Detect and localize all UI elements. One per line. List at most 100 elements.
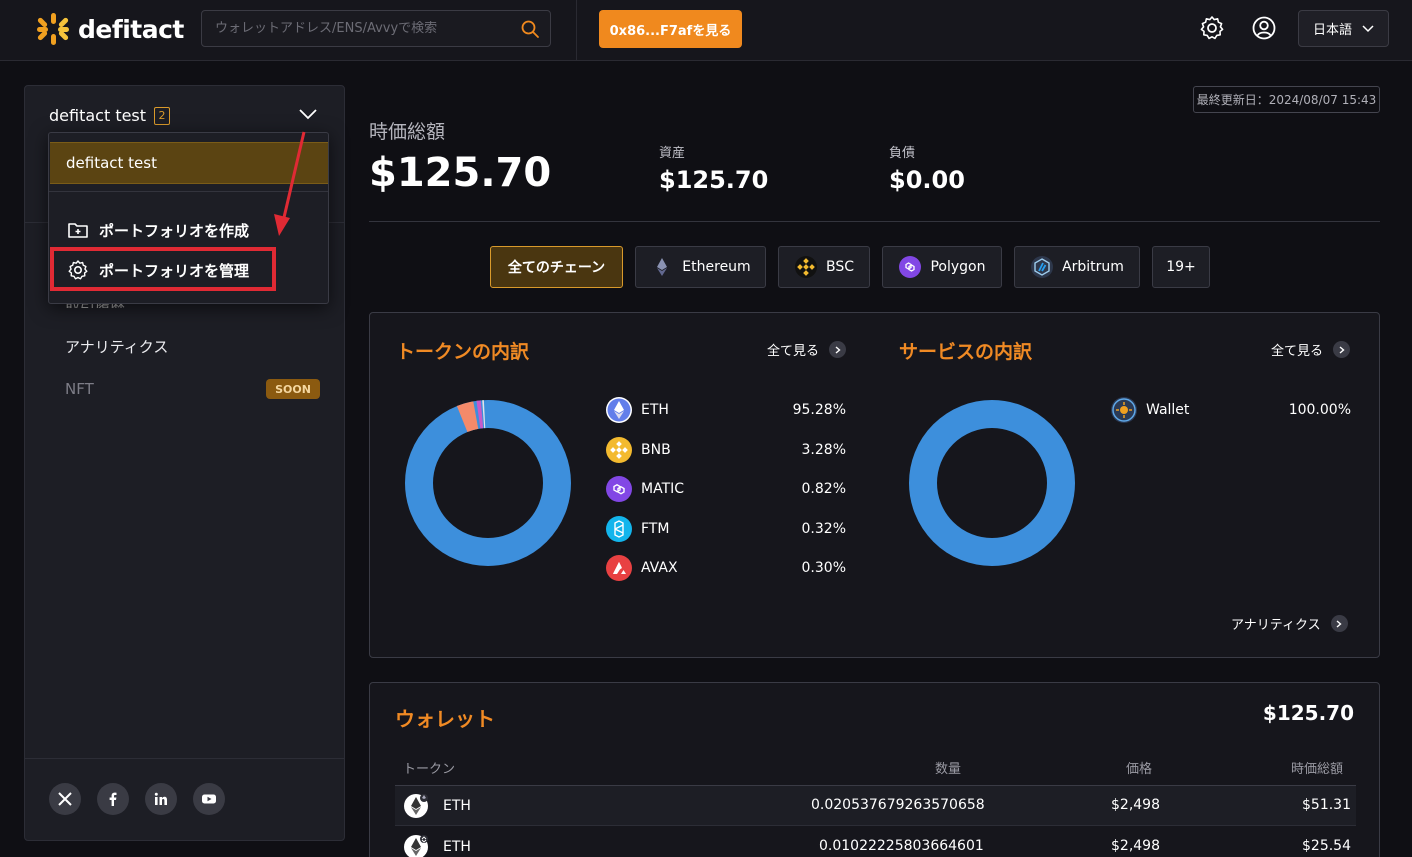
youtube-link[interactable]: [193, 783, 225, 815]
token-percentage: 0.32%: [801, 521, 846, 537]
debt-label: 負債: [889, 146, 916, 161]
avax-token-icon: [606, 555, 632, 581]
folder-plus-icon: [68, 223, 88, 238]
brand-name: defitact: [78, 14, 184, 44]
service-legend-wallet[interactable]: Wallet: [1110, 396, 1189, 424]
youtube-icon: [202, 794, 216, 804]
token-legend-eth[interactable]: ETH: [605, 396, 669, 424]
token-symbol: AVAX: [641, 560, 678, 576]
analytics-link-label: アナリティクス: [1231, 618, 1321, 633]
linkedin-icon: [154, 792, 167, 805]
matic-token-icon: [606, 476, 632, 502]
brand-logo[interactable]: defitact: [36, 12, 184, 46]
chevron-down-icon: [1362, 24, 1374, 32]
row-value: $51.31: [1302, 797, 1351, 813]
x-twitter-link[interactable]: [49, 783, 81, 815]
portfolio-selector[interactable]: defitact test 2: [49, 106, 171, 125]
wallet-service-icon: [1111, 397, 1137, 423]
token-legend-matic[interactable]: MATIC: [605, 475, 684, 503]
create-portfolio-item[interactable]: ポートフォリオを作成: [67, 219, 249, 241]
chain-arbitrum-label: Arbitrum: [1062, 259, 1124, 275]
service-donut-chart: [909, 400, 1075, 566]
token-legend-ftm[interactable]: FTM: [605, 515, 669, 543]
row-amount: 0.01022225803664601: [819, 838, 984, 854]
token-legend-avax[interactable]: AVAX: [605, 554, 678, 582]
total-value-label: 時価総額: [369, 121, 446, 143]
x-icon: [58, 792, 72, 806]
total-value: $125.70: [369, 150, 552, 196]
table-row[interactable]: ETH 0.01022225803664601 $2,498 $25.54: [395, 827, 1356, 857]
token-see-all-label: 全て見る: [767, 344, 820, 359]
token-legend-bnb[interactable]: BNB: [605, 436, 671, 464]
view-address-button[interactable]: 0x86...F7afを見る: [599, 10, 742, 48]
defitact-logo-icon: [37, 13, 69, 45]
header-divider: [576, 0, 577, 61]
facebook-link[interactable]: [97, 783, 129, 815]
language-label: 日本語: [1312, 23, 1352, 38]
wallet-title: ウォレット: [395, 707, 495, 731]
service-see-all-label: 全て見る: [1271, 344, 1324, 359]
debt-value: $0.00: [889, 166, 965, 194]
token-symbol: BNB: [641, 442, 671, 458]
ethereum-icon: [657, 258, 668, 276]
sidebar-item-nft: NFT: [65, 380, 94, 398]
search-input[interactable]: [202, 21, 520, 36]
portfolio-count-badge: 2: [154, 106, 171, 125]
row-token-symbol: ETH: [443, 798, 471, 814]
eth-token-icon: [404, 794, 428, 818]
chevron-right-icon: [1333, 341, 1351, 358]
top-header: defitact 0x86...F7afを見る 日本語: [0, 0, 1412, 61]
sidebar-footer-divider: [25, 758, 344, 759]
col-price: 価格: [1126, 762, 1153, 777]
search-icon[interactable]: [520, 19, 540, 39]
search-box: [201, 10, 551, 47]
chain-more-label: 19+: [1166, 259, 1196, 275]
language-select[interactable]: 日本語: [1298, 10, 1389, 47]
annotation-arrow-icon: [274, 131, 306, 236]
chain-filter-bsc[interactable]: BSC: [778, 246, 870, 288]
token-percentage: 3.28%: [801, 442, 846, 458]
arbitrum-icon: [1031, 256, 1054, 278]
linkedin-link[interactable]: [145, 783, 177, 815]
soon-badge: SOON: [266, 379, 320, 399]
eth-token-icon: [404, 835, 428, 857]
settings-gear-icon[interactable]: [1199, 15, 1225, 41]
chevron-down-icon[interactable]: [299, 108, 317, 120]
polygon-icon: [899, 256, 922, 278]
bsc-icon: [794, 256, 817, 278]
token-symbol: MATIC: [641, 481, 685, 497]
table-row[interactable]: ETH 0.020537679263570658 $2,498 $51.31: [395, 786, 1356, 826]
chain-filter-polygon[interactable]: Polygon: [882, 246, 1002, 288]
sidebar-item-analytics[interactable]: アナリティクス: [65, 336, 168, 357]
token-symbol: ETH: [641, 402, 669, 418]
last-updated: 最終更新日：2024/08/07 15:43: [1193, 86, 1380, 113]
wallet-table-header: トークン 数量 価格 時価総額: [395, 746, 1356, 786]
row-price: $2,498: [1111, 797, 1160, 813]
chain-filter-all[interactable]: 全てのチェーン: [490, 246, 623, 288]
eth-token-icon: [606, 397, 632, 423]
col-amount: 数量: [935, 762, 962, 777]
chain-all-label: 全てのチェーン: [507, 260, 606, 276]
summary-divider: [369, 221, 1380, 222]
token-see-all-link[interactable]: 全て見る: [767, 340, 847, 359]
assets-label: 資産: [659, 146, 686, 161]
chain-filter-ethereum[interactable]: Ethereum: [635, 246, 766, 288]
chain-filter-arbitrum[interactable]: Arbitrum: [1014, 246, 1140, 288]
row-value: $25.54: [1302, 838, 1351, 854]
analytics-link[interactable]: アナリティクス: [1231, 614, 1348, 633]
token-percentage: 95.28%: [792, 402, 846, 418]
token-percentage: 0.82%: [801, 481, 846, 497]
facebook-icon: [109, 792, 117, 806]
service-percentage: 100.00%: [1288, 402, 1351, 418]
chain-filter-more[interactable]: 19+: [1152, 246, 1210, 288]
chain-bsc-label: BSC: [825, 259, 855, 275]
service-see-all-link[interactable]: 全て見る: [1271, 340, 1351, 359]
assets-value: $125.70: [659, 166, 769, 194]
user-account-icon[interactable]: [1251, 15, 1277, 41]
wallet-total: $125.70: [1262, 701, 1354, 725]
highlight-box: [50, 247, 276, 291]
token-donut-chart: [405, 400, 571, 566]
chevron-right-icon: [1330, 615, 1348, 632]
col-token: トークン: [403, 762, 456, 777]
chevron-right-icon: [829, 341, 847, 358]
